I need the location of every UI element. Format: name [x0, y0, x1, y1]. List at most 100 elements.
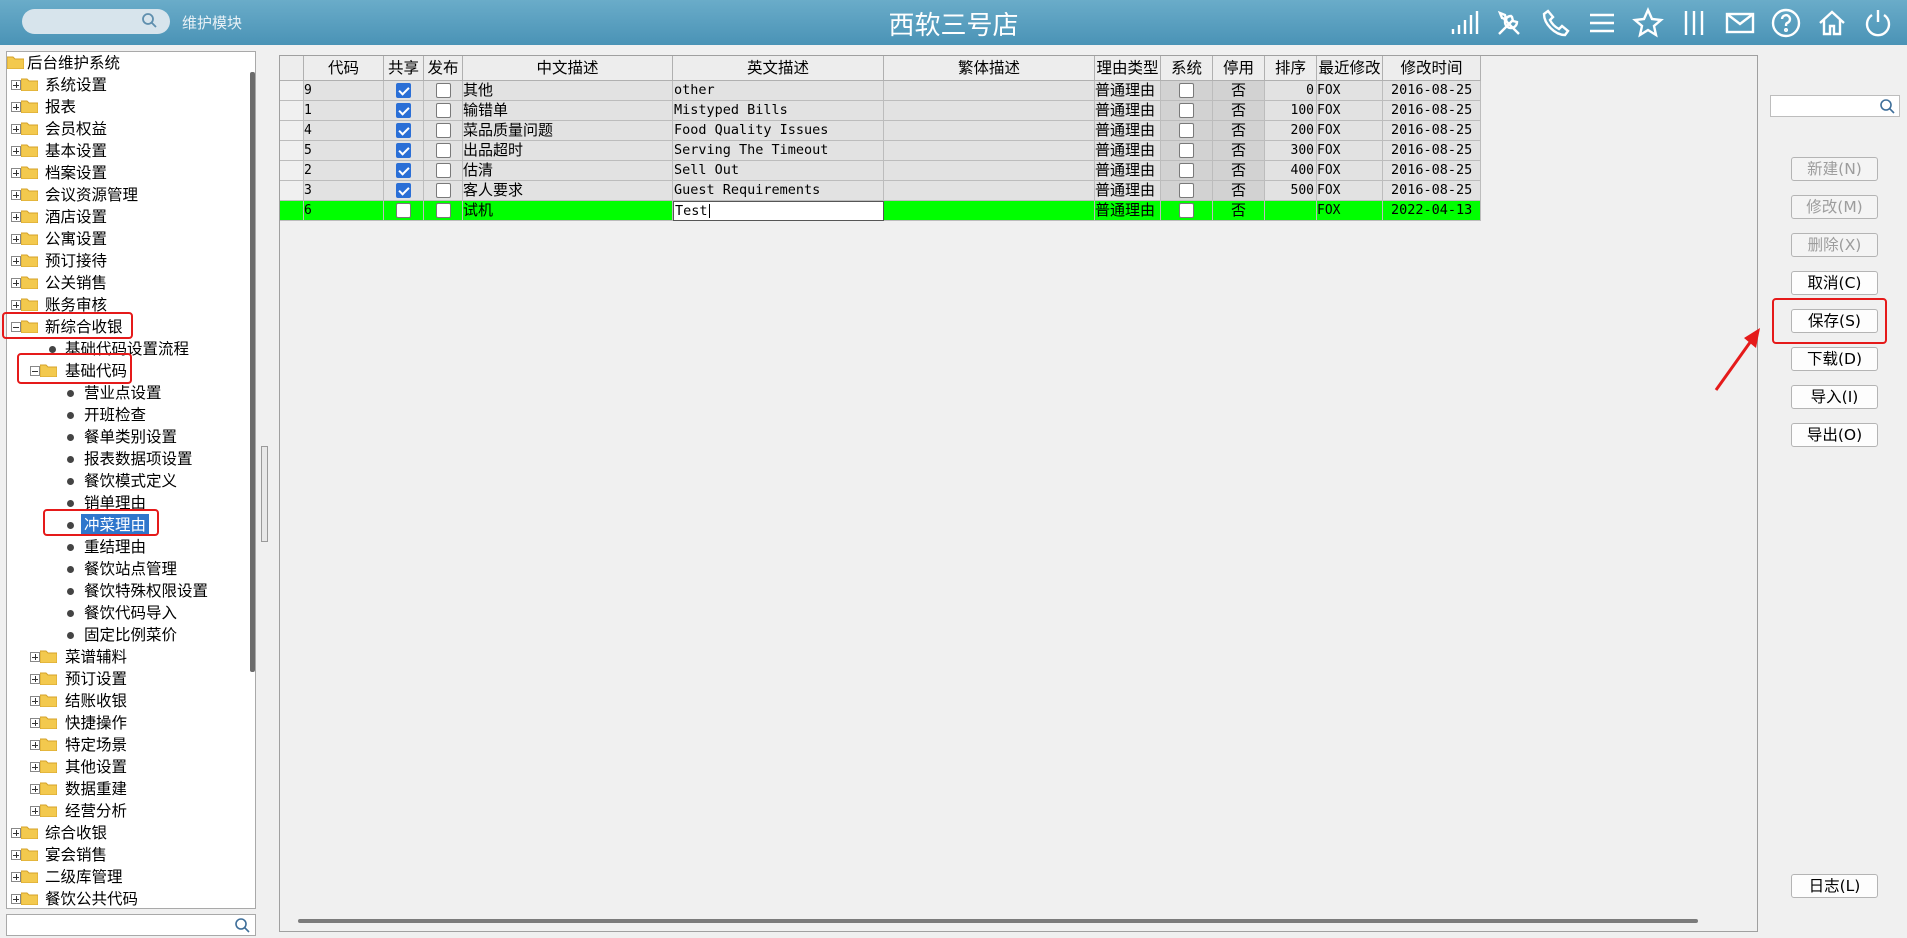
expand-icon[interactable] — [11, 102, 21, 112]
row-header[interactable] — [280, 141, 304, 161]
right-search-input[interactable] — [1770, 95, 1900, 117]
column-header[interactable]: 英文描述 — [673, 56, 884, 81]
shared-checkbox[interactable] — [396, 163, 411, 178]
expand-icon[interactable] — [11, 872, 21, 882]
cell-cn[interactable]: 菜品质量问题 — [463, 121, 673, 141]
cell-publish[interactable] — [424, 161, 463, 181]
expand-icon[interactable] — [30, 652, 40, 662]
star-icon[interactable] — [1631, 6, 1665, 40]
search-icon[interactable] — [234, 917, 251, 938]
system-checkbox[interactable] — [1179, 103, 1194, 118]
shared-checkbox[interactable] — [396, 103, 411, 118]
cell-publish[interactable] — [424, 81, 463, 101]
cell-sort[interactable]: 0 — [1265, 81, 1317, 101]
cell-halt[interactable]: 否 — [1213, 141, 1265, 161]
row-header[interactable] — [280, 121, 304, 141]
delete-button[interactable]: 删除(X) — [1791, 233, 1878, 257]
cell-en[interactable]: Guest Requirements — [673, 181, 884, 201]
expand-icon[interactable] — [11, 256, 21, 266]
tree-scrollbar[interactable] — [250, 72, 255, 672]
expand-icon[interactable] — [30, 740, 40, 750]
download-button[interactable]: 下载(D) — [1791, 347, 1878, 371]
cell-tw[interactable] — [884, 201, 1095, 221]
tools-icon[interactable] — [1493, 6, 1527, 40]
cell-code[interactable]: 9 — [304, 81, 384, 101]
column-header[interactable]: 理由类型 — [1095, 56, 1161, 81]
cancel-button[interactable]: 取消(C) — [1791, 271, 1878, 295]
cell-modifier[interactable]: FOX — [1317, 81, 1383, 101]
table-row[interactable]: 2 估清Sell Out 普通理由 否400FOX2016-08-25 15 — [280, 161, 1481, 181]
table-row[interactable]: 9 其他other 普通理由 否0FOX2016-08-25 15 — [280, 81, 1481, 101]
cell-shared[interactable] — [384, 161, 424, 181]
shared-checkbox[interactable] — [396, 123, 411, 138]
expand-icon[interactable] — [11, 894, 21, 904]
cell-cn[interactable]: 出品超时 — [463, 141, 673, 161]
cell-type[interactable]: 普通理由 — [1095, 201, 1161, 221]
cell-modifier[interactable]: FOX — [1317, 161, 1383, 181]
cell-tw[interactable] — [884, 141, 1095, 161]
expand-icon[interactable] — [11, 828, 21, 838]
table-row[interactable]: 1 输错单 Mistyped Bills 普通理由 否 100 FOX 2016-08-25 … — [280, 101, 1481, 121]
row-header[interactable] — [280, 81, 304, 101]
home-icon[interactable] — [1815, 6, 1849, 40]
cell-type[interactable]: 普通理由 — [1095, 81, 1161, 101]
cell-tw[interactable] — [884, 121, 1095, 141]
cell-time[interactable]: 2016-08-25 15 — [1383, 101, 1481, 121]
column-header[interactable]: 修改时间 — [1383, 56, 1481, 81]
row-header[interactable] — [280, 201, 304, 221]
cell-code[interactable]: 5 — [304, 141, 384, 161]
phone-icon[interactable] — [1539, 6, 1573, 40]
cell-halt[interactable]: 否 — [1213, 181, 1265, 201]
cell-en[interactable]: Food Quality Issues — [673, 121, 884, 141]
mail-icon[interactable] — [1723, 6, 1757, 40]
cell-sort[interactable]: 400 — [1265, 161, 1317, 181]
columns-icon[interactable] — [1677, 6, 1711, 40]
expand-icon[interactable] — [11, 146, 21, 156]
cell-halt[interactable]: 否 — [1213, 81, 1265, 101]
cell-time[interactable]: 2022-04-13 16 — [1383, 201, 1481, 221]
publish-checkbox[interactable] — [435, 203, 451, 218]
search-icon[interactable] — [1879, 98, 1896, 119]
cell-shared[interactable] — [384, 141, 424, 161]
column-header[interactable]: 排序 — [1265, 56, 1317, 81]
tree-search-input[interactable] — [6, 914, 256, 936]
expand-icon[interactable] — [11, 234, 21, 244]
publish-checkbox[interactable] — [435, 143, 451, 158]
cell-sort[interactable]: 500 — [1265, 181, 1317, 201]
table-row[interactable]: 6 试机Test 普通理由 否 FOX2022-04-13 16 — [280, 201, 1481, 221]
cell-halt[interactable]: 否 — [1213, 121, 1265, 141]
column-header[interactable]: 共享 — [384, 56, 424, 81]
cell-time[interactable]: 2016-08-25 15 — [1383, 161, 1481, 181]
panel-splitter[interactable] — [261, 446, 268, 542]
expand-icon[interactable] — [30, 784, 40, 794]
expand-icon[interactable] — [11, 300, 21, 310]
search-icon[interactable] — [141, 12, 158, 33]
cell-publish[interactable] — [424, 101, 463, 121]
cell-system[interactable] — [1161, 141, 1213, 161]
cell-system[interactable] — [1161, 81, 1213, 101]
cell-shared[interactable] — [384, 101, 424, 121]
cell-type[interactable]: 普通理由 — [1095, 101, 1161, 121]
expand-icon[interactable] — [30, 806, 40, 816]
system-checkbox[interactable] — [1179, 163, 1194, 178]
cell-shared[interactable] — [384, 201, 424, 221]
cell-halt[interactable]: 否 — [1213, 101, 1265, 121]
cell-cn[interactable]: 试机 — [463, 201, 673, 221]
cell-code[interactable]: 4 — [304, 121, 384, 141]
log-button[interactable]: 日志(L) — [1791, 874, 1878, 898]
cell-shared[interactable] — [384, 181, 424, 201]
shared-checkbox[interactable] — [396, 83, 411, 98]
cell-en[interactable]: Sell Out — [673, 161, 884, 181]
cell-cn[interactable]: 其他 — [463, 81, 673, 101]
cell-publish[interactable] — [424, 201, 463, 221]
row-header[interactable] — [280, 161, 304, 181]
cell-type[interactable]: 普通理由 — [1095, 161, 1161, 181]
cell-cn[interactable]: 客人要求 — [463, 181, 673, 201]
column-header[interactable]: 中文描述 — [463, 56, 673, 81]
shared-checkbox[interactable] — [396, 183, 411, 198]
column-header[interactable]: 最近修改 — [1317, 56, 1383, 81]
cell-modifier[interactable]: FOX — [1317, 201, 1383, 221]
cell-publish[interactable] — [424, 141, 463, 161]
grid-horizontal-scrollbar[interactable] — [298, 919, 1698, 923]
expand-icon[interactable] — [11, 80, 21, 90]
